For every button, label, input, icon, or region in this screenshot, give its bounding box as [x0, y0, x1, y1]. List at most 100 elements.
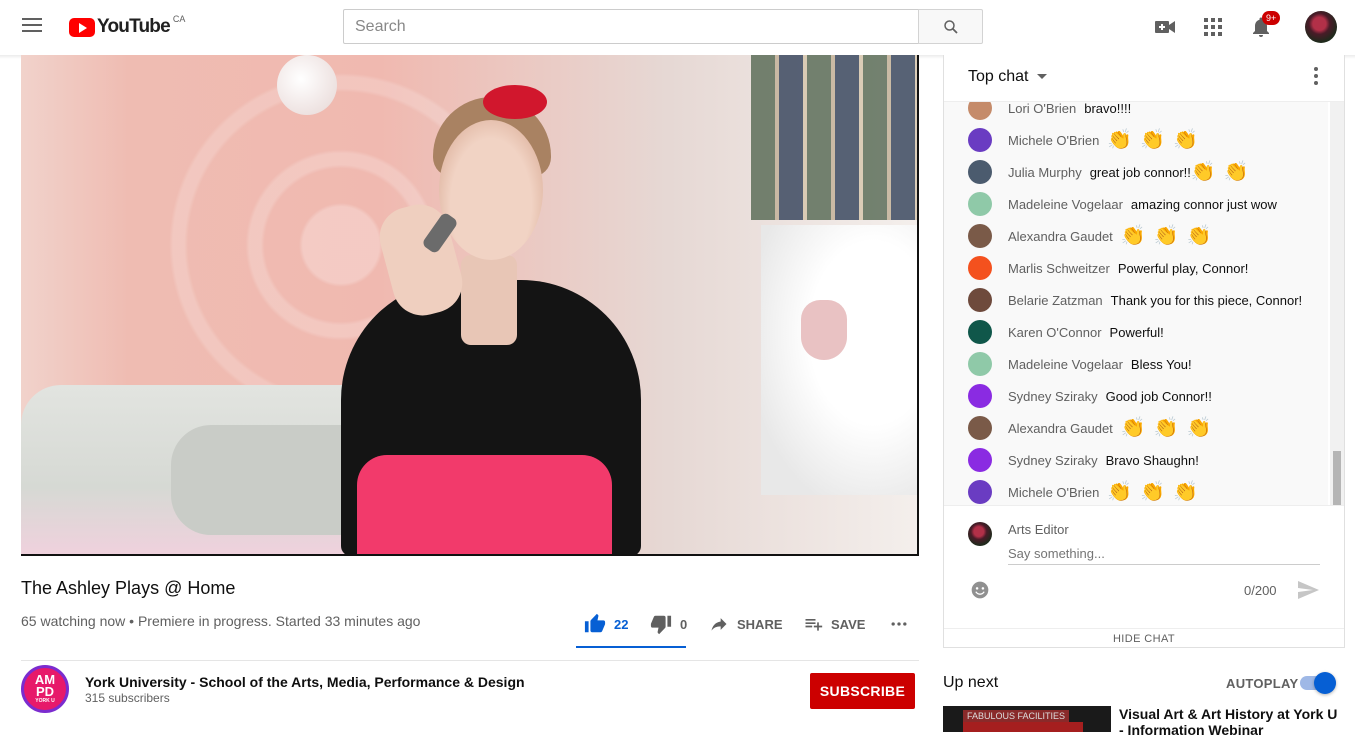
chat-author-avatar	[968, 448, 992, 472]
chat-input-author: Arts Editor	[1008, 522, 1069, 537]
chat-author-avatar	[968, 416, 992, 440]
chat-author-name[interactable]: Julia Murphy	[1008, 165, 1082, 180]
chat-message-text: Thank you for this piece, Connor!	[1110, 292, 1303, 308]
video-scene-photos	[751, 55, 917, 220]
chat-message[interactable]: Madeleine Vogelaar Bless You!	[968, 350, 1192, 378]
chat-author-name[interactable]: Alexandra Gaudet	[1008, 421, 1113, 436]
search-icon	[943, 19, 958, 34]
character-counter: 0/200	[1244, 583, 1277, 598]
logo-text: YouTube	[97, 16, 171, 37]
like-ratio-bar	[576, 646, 686, 648]
chat-author-name[interactable]: Sydney Sziraky	[1008, 389, 1098, 404]
autoplay-toggle-knob[interactable]	[1314, 672, 1336, 694]
like-button[interactable]: 22	[584, 606, 628, 642]
chat-message[interactable]: Michele O'Brien 👏👏👏	[968, 478, 1206, 506]
chat-author-name[interactable]: Michele O'Brien	[1008, 485, 1099, 500]
chat-message[interactable]: Julia Murphy great job connor!! 👏👏	[968, 158, 1257, 186]
chat-input-area: Arts Editor 0/200 HIDE CHAT	[944, 505, 1344, 647]
more-horizontal-icon	[891, 622, 907, 626]
chat-message-input[interactable]	[1008, 543, 1320, 565]
subscribe-button[interactable]: SUBSCRIBE	[810, 673, 915, 709]
section-divider	[21, 660, 919, 661]
emoji-smiley-icon[interactable]	[970, 580, 990, 600]
create-video-icon[interactable]	[1153, 15, 1177, 39]
share-button[interactable]: SHARE	[709, 606, 783, 642]
masthead: YouTube CA Search 9+	[0, 0, 1355, 55]
chat-author-avatar	[968, 224, 992, 248]
chat-message[interactable]: Karen O'Connor Powerful!	[968, 318, 1164, 346]
chat-author-name[interactable]: Michele O'Brien	[1008, 133, 1099, 148]
chat-scrollbar[interactable]	[1330, 102, 1344, 553]
chat-more-vertical-icon[interactable]	[1314, 67, 1320, 88]
video-view-info: 65 watching now • Premiere in progress. …	[21, 613, 421, 629]
chat-author-name[interactable]: Madeleine Vogelaar	[1008, 357, 1123, 372]
video-player[interactable]	[21, 55, 919, 556]
chat-author-avatar	[968, 192, 992, 216]
more-actions-button[interactable]	[889, 606, 909, 642]
save-button[interactable]: SAVE	[803, 606, 865, 642]
up-next-heading: Up next	[943, 674, 999, 691]
chat-message[interactable]: Sydney Sziraky Bravo Shaughn!	[968, 446, 1199, 474]
dislike-button[interactable]: 0	[650, 606, 687, 642]
youtube-play-icon	[69, 17, 95, 37]
chat-author-name[interactable]: Marlis Schweitzer	[1008, 261, 1110, 276]
clapping-hands-emoji: 👏👏👏	[1107, 129, 1207, 151]
chat-author-avatar	[968, 160, 992, 184]
chat-message[interactable]: Michele O'Brien 👏👏👏	[968, 126, 1206, 154]
up-next-thumbnail[interactable]: FABULOUS FACILITIES	[943, 706, 1111, 732]
chat-message[interactable]: Lori O'Brien bravo!!!!	[968, 102, 1131, 122]
video-scene-lamp-globe	[277, 55, 337, 115]
clapping-hands-emoji: 👏👏👏	[1120, 225, 1220, 247]
chat-author-name[interactable]: Madeleine Vogelaar	[1008, 197, 1123, 212]
live-chat-panel: Top chat Lori O'Brien bravo!!!! Michele O'…	[943, 55, 1345, 648]
channel-name[interactable]: York University - School of the Arts, Me…	[85, 674, 525, 690]
chat-author-name[interactable]: Belarie Zatzman	[1008, 293, 1103, 308]
chat-author-avatar	[968, 320, 992, 344]
chat-message[interactable]: Madeleine Vogelaar amazing connor just wo…	[968, 190, 1277, 218]
chat-mode-selector[interactable]: Top chat	[968, 68, 1028, 86]
chat-author-avatar	[968, 352, 992, 376]
share-arrow-icon	[711, 618, 727, 631]
search-input[interactable]: Search	[343, 9, 919, 44]
country-code: CA	[172, 14, 186, 24]
clapping-hands-emoji: 👏👏👏	[1120, 417, 1220, 439]
chat-message-text: Powerful!	[1109, 324, 1164, 340]
chat-message-text: Bravo Shaughn!	[1105, 452, 1199, 468]
save-label: SAVE	[831, 616, 866, 632]
chat-message-text: bravo!!!!	[1084, 102, 1132, 116]
account-avatar[interactable]	[1305, 11, 1337, 43]
chat-message-text: amazing connor just wow	[1130, 196, 1277, 212]
share-label: SHARE	[737, 616, 783, 632]
youtube-logo[interactable]: YouTube CA	[69, 14, 186, 38]
caret-down-icon[interactable]	[1037, 74, 1047, 79]
video-scene-person-skirt	[357, 455, 612, 554]
video-scene-scrunchie	[483, 85, 547, 119]
chat-message[interactable]: Alexandra Gaudet 👏👏👏	[968, 222, 1220, 250]
channel-avatar-line3: YORK U	[35, 698, 55, 704]
chat-message[interactable]: Marlis Schweitzer Powerful play, Connor!	[968, 254, 1248, 282]
search-button[interactable]	[918, 9, 983, 44]
chat-message[interactable]: Alexandra Gaudet 👏👏👏	[968, 414, 1220, 442]
thumbs-up-icon	[584, 613, 606, 633]
thumbnail-caption: FABULOUS FACILITIES	[963, 710, 1070, 722]
chat-author-name[interactable]: Karen O'Connor	[1008, 325, 1102, 340]
chat-author-name[interactable]: Lori O'Brien	[1008, 102, 1076, 116]
hamburger-menu-icon[interactable]	[22, 18, 42, 34]
channel-avatar[interactable]: AM PD YORK U	[21, 665, 69, 713]
chat-scrollbar-thumb[interactable]	[1333, 451, 1341, 506]
chat-author-name[interactable]: Sydney Sziraky	[1008, 453, 1098, 468]
up-next-video-title[interactable]: Visual Art & Art History at York U - Inf…	[1119, 706, 1339, 738]
chat-author-avatar	[968, 480, 992, 504]
chat-message-list[interactable]: Lori O'Brien bravo!!!! Michele O'Brien 👏👏👏 J…	[944, 102, 1328, 553]
channel-avatar-line2: PD	[35, 684, 55, 699]
user-avatar	[968, 522, 992, 546]
send-icon[interactable]	[1296, 578, 1320, 602]
thumbs-down-icon	[650, 615, 672, 635]
hide-chat-button[interactable]: HIDE CHAT	[944, 628, 1344, 648]
chat-author-name[interactable]: Alexandra Gaudet	[1008, 229, 1113, 244]
chat-message[interactable]: Belarie Zatzman Thank you for this piece,…	[968, 286, 1302, 314]
video-scene-person-neck	[461, 255, 517, 345]
chat-message[interactable]: Sydney Sziraky Good job Connor!!	[968, 382, 1212, 410]
notification-badge: 9+	[1262, 11, 1281, 25]
apps-grid-icon[interactable]	[1201, 15, 1225, 39]
